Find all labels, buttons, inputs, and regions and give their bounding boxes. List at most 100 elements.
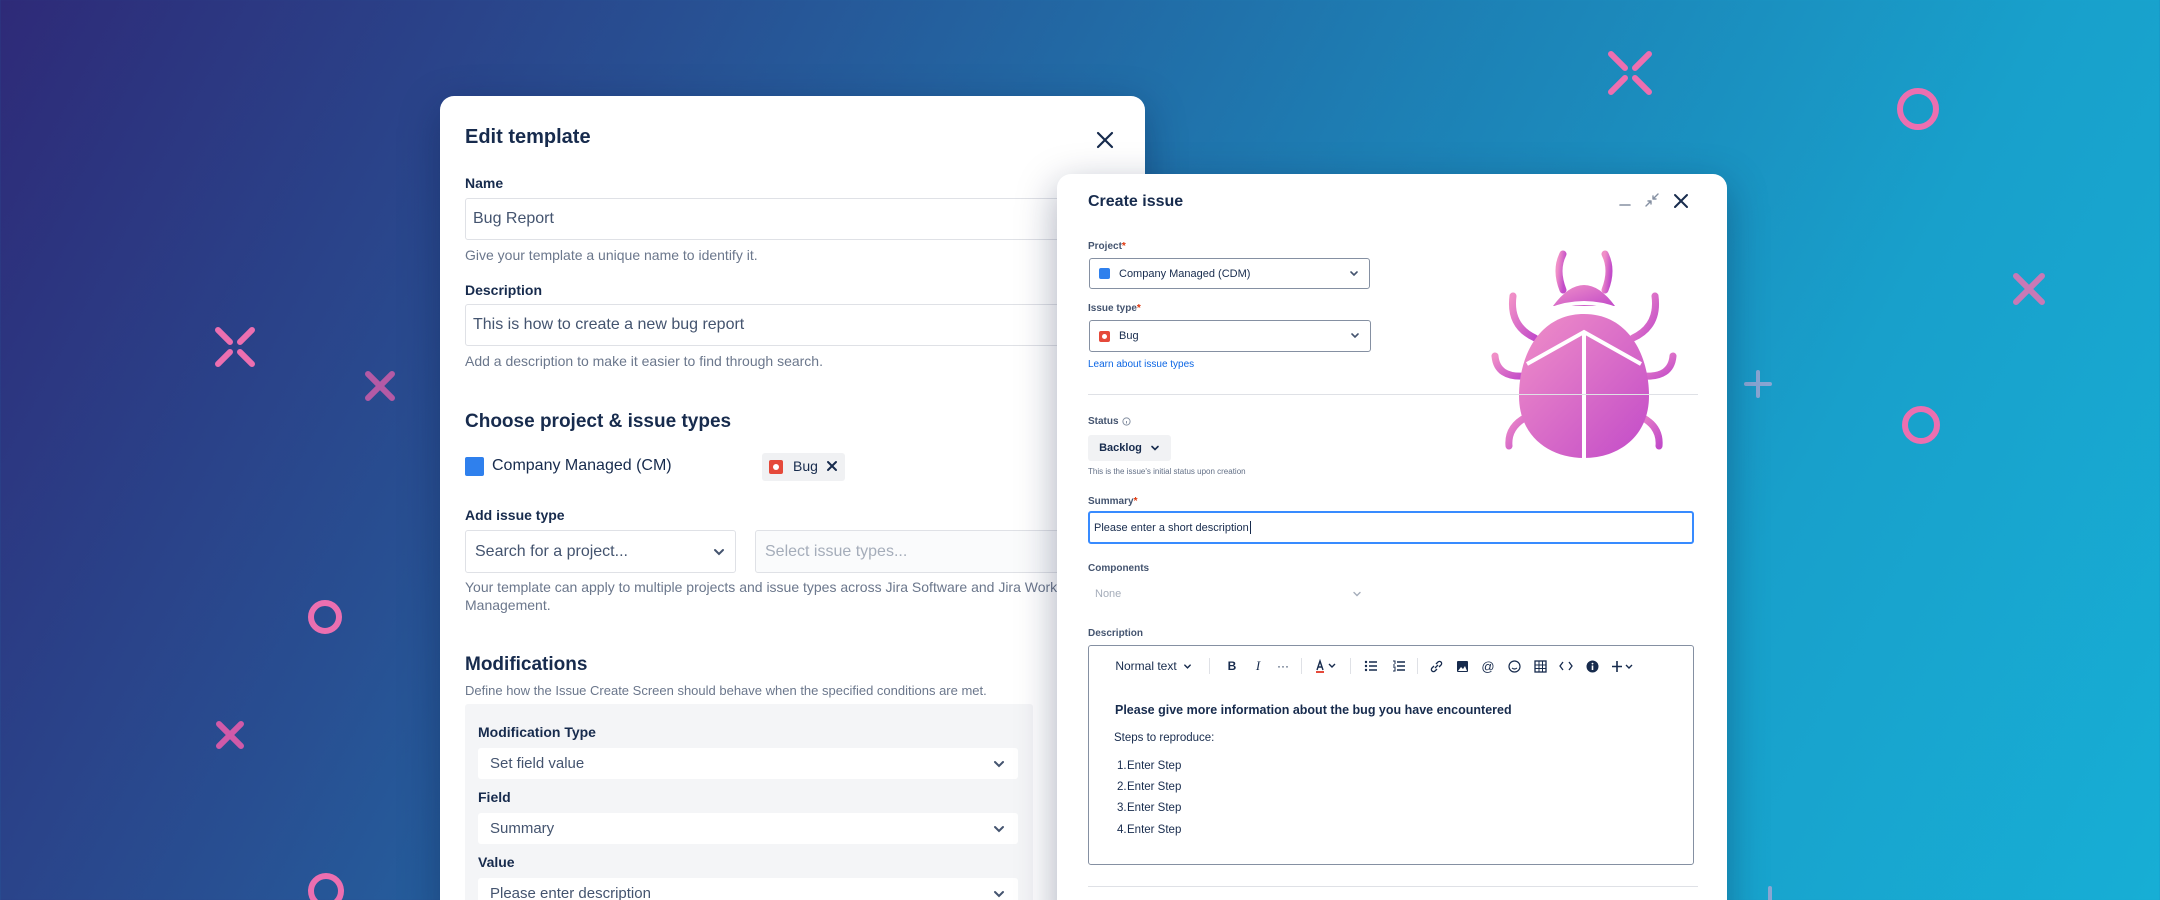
collapse-icon[interactable] — [1644, 192, 1660, 208]
toolbar-divider — [1209, 658, 1210, 674]
editor-heading: Please give more information about the b… — [1115, 703, 1512, 717]
text-style-value: Normal text — [1115, 659, 1177, 673]
steps-label: Steps to reproduce: — [1114, 732, 1215, 744]
decoration-ring-4 — [308, 873, 344, 900]
field-value: Summary — [490, 820, 555, 837]
value-select[interactable]: Please enter description — [478, 878, 1018, 900]
decoration-plus-1 — [1744, 370, 1772, 398]
bullet-list-icon[interactable] — [1363, 658, 1379, 674]
components-select[interactable]: None — [1088, 581, 1369, 607]
issue-type-value: Bug — [1119, 330, 1139, 342]
toolbar-divider — [1350, 658, 1351, 674]
issue-types-placeholder: Select issue types... — [765, 542, 908, 560]
dialog-title: Create issue — [1088, 193, 1184, 210]
info-panel-icon[interactable] — [1584, 658, 1600, 674]
modification-type-select[interactable]: Set field value — [478, 748, 1018, 779]
project-select[interactable]: Company Managed (CDM) — [1089, 258, 1370, 289]
add-issue-type-label: Add issue type — [465, 507, 565, 523]
project-label: Project* — [1088, 241, 1126, 252]
name-input[interactable]: Bug Report — [465, 198, 1145, 240]
close-icon[interactable] — [1672, 192, 1690, 210]
italic-icon[interactable]: I — [1250, 658, 1266, 674]
description-input[interactable]: This is how to create a new bug report — [465, 304, 1145, 346]
list-item: Enter Step — [1127, 802, 1182, 814]
list-item: Enter Step — [1127, 824, 1182, 836]
value-label: Value — [478, 854, 515, 870]
summary-input[interactable]: Please enter a short description — [1088, 511, 1694, 544]
description-help: Add a description to make it easier to f… — [465, 353, 823, 369]
learn-issue-types-link[interactable]: Learn about issue types — [1088, 359, 1194, 370]
value-placeholder: Please enter description — [490, 885, 651, 900]
modifications-help: Define how the Issue Create Screen shoul… — [465, 683, 987, 698]
emoji-icon[interactable] — [1506, 658, 1522, 674]
components-label: Components — [1088, 563, 1150, 574]
modification-type-label: Modification Type — [478, 724, 596, 740]
summary-label: Summary* — [1088, 496, 1138, 507]
text-color-icon[interactable] — [1313, 658, 1341, 674]
apply-help-line1: Your template can apply to multiple proj… — [465, 579, 1058, 595]
decoration-ring-2 — [1902, 406, 1940, 444]
status-value: Backlog — [1099, 442, 1142, 454]
decoration-x-left — [214, 326, 256, 368]
bug-icon — [769, 460, 783, 474]
issue-tag-label: Bug — [793, 458, 818, 474]
toolbar-divider — [1301, 658, 1302, 674]
table-icon[interactable] — [1532, 658, 1548, 674]
chevron-down-icon — [994, 760, 1004, 767]
issue-type-tag: Bug — [762, 453, 845, 481]
modification-card: Modification Type Set field value Field … — [465, 704, 1033, 900]
numbered-list-icon[interactable] — [1391, 658, 1407, 674]
bold-icon[interactable]: B — [1224, 658, 1240, 674]
field-select[interactable]: Summary — [478, 813, 1018, 844]
description-label: Description — [465, 282, 543, 298]
image-icon[interactable] — [1454, 658, 1470, 674]
chevron-down-icon — [1151, 445, 1159, 451]
modifications-title: Modifications — [465, 654, 588, 675]
list-item: Enter Step — [1127, 760, 1182, 772]
apply-help-line2: Management. — [465, 597, 551, 613]
close-icon[interactable] — [1092, 127, 1118, 153]
summary-value: Please enter a short description — [1094, 521, 1249, 534]
description-label: Description — [1088, 628, 1144, 639]
divider — [1088, 394, 1698, 395]
project-search-select[interactable]: Search for a project... — [465, 530, 736, 573]
link-icon[interactable] — [1428, 658, 1444, 674]
toolbar-divider — [1417, 658, 1418, 674]
step-number: 2. — [1117, 781, 1127, 793]
components-placeholder: None — [1095, 588, 1122, 600]
chevron-down-icon — [994, 890, 1004, 897]
project-name: Company Managed (CM) — [492, 457, 672, 474]
modification-type-value: Set field value — [490, 755, 585, 772]
chevron-down-icon — [714, 548, 724, 555]
name-help: Give your template a unique name to iden… — [465, 247, 758, 263]
name-label: Name — [465, 175, 504, 191]
dialog-title: Edit template — [465, 126, 591, 148]
minimize-icon[interactable] — [1618, 196, 1632, 210]
more-icon[interactable]: ··· — [1275, 658, 1291, 674]
field-label: Field — [478, 789, 511, 805]
divider — [1088, 886, 1698, 887]
status-button[interactable]: Backlog — [1088, 435, 1171, 461]
section-title: Choose project & issue types — [465, 411, 732, 432]
chevron-down-icon — [1353, 591, 1361, 597]
status-help: This is the issue's initial status upon … — [1088, 467, 1246, 476]
description-value: This is how to create a new bug report — [473, 316, 745, 333]
code-icon[interactable] — [1558, 658, 1574, 674]
plus-icon[interactable] — [1610, 658, 1636, 674]
decoration-plus-2 — [1756, 886, 1784, 900]
name-value: Bug Report — [473, 210, 554, 227]
decoration-ring-1 — [1897, 88, 1939, 130]
text-style-dropdown[interactable]: Normal text — [1111, 658, 1196, 674]
issue-type-select[interactable]: Bug — [1089, 320, 1371, 352]
decoration-ring-3 — [308, 600, 342, 634]
step-number: 4. — [1117, 824, 1127, 836]
mention-icon[interactable]: @ — [1480, 658, 1496, 674]
edit-template-dialog: Edit template Name Bug Report Give your … — [440, 96, 1145, 900]
remove-tag-icon[interactable] — [826, 458, 838, 474]
text-cursor — [1249, 521, 1251, 534]
decoration-cross-3 — [2012, 272, 2046, 306]
step-number: 3. — [1117, 802, 1127, 814]
project-value: Company Managed (CDM) — [1119, 267, 1251, 280]
decoration-cross-2 — [215, 720, 245, 750]
chevron-down-icon — [1183, 663, 1191, 669]
